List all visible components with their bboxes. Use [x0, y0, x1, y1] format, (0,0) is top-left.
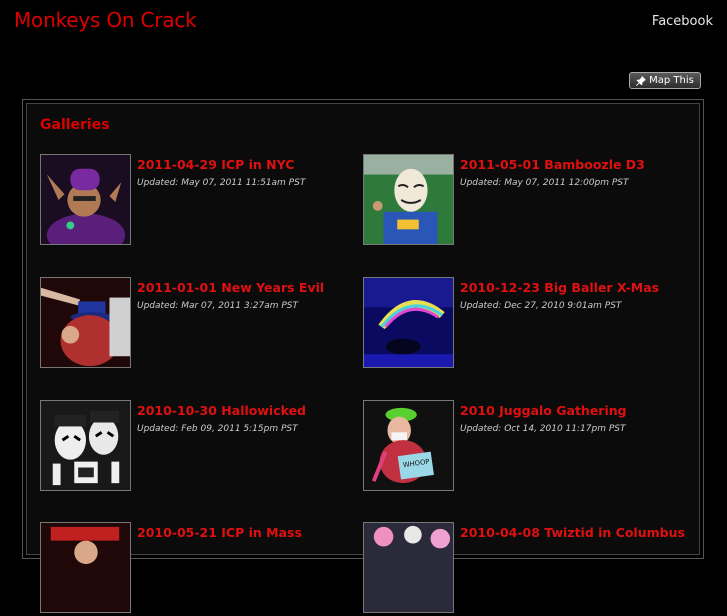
gallery-thumbnail[interactable] — [40, 522, 131, 613]
gallery-updated: Updated: Dec 27, 2010 9:01am PST — [460, 301, 622, 311]
gallery-title-link[interactable]: 2010-12-23 Big Baller X-Mas — [460, 280, 659, 295]
site-title[interactable]: Monkeys On Crack — [14, 8, 197, 32]
gallery-updated: Updated: May 07, 2011 11:51am PST — [137, 178, 306, 188]
map-this-button[interactable]: Map This — [629, 72, 701, 89]
facebook-link[interactable]: Facebook — [652, 14, 713, 29]
gallery-item: 2011-05-01 Bamboozle D3 Updated: May 07,… — [363, 154, 683, 248]
gallery-item: 2011-01-01 New Years Evil Updated: Mar 0… — [40, 277, 360, 371]
gallery-item: 2010-10-30 Hallowicked Updated: Feb 09, … — [40, 400, 360, 494]
gallery-updated: Updated: Mar 07, 2011 3:27am PST — [137, 301, 298, 311]
gallery-item: 2011-04-29 ICP in NYC Updated: May 07, 2… — [40, 154, 360, 248]
pin-icon — [636, 75, 647, 86]
gallery-thumbnail[interactable] — [40, 154, 131, 245]
gallery-title-link[interactable]: 2011-04-29 ICP in NYC — [137, 157, 294, 172]
section-title: Galleries — [40, 117, 110, 133]
gallery-title-link[interactable]: 2011-05-01 Bamboozle D3 — [460, 157, 645, 172]
gallery-item: WHOOP 2010 Juggalo Gathering Updated: Oc… — [363, 400, 683, 494]
map-this-label: Map This — [649, 75, 694, 86]
gallery-title-link[interactable]: 2011-01-01 New Years Evil — [137, 280, 324, 295]
gallery-updated: Updated: May 07, 2011 12:00pm PST — [460, 178, 629, 188]
gallery-thumbnail[interactable]: WHOOP — [363, 400, 454, 491]
gallery-item: 2010-12-23 Big Baller X-Mas Updated: Dec… — [363, 277, 683, 371]
gallery-updated: Updated: Oct 14, 2010 11:17pm PST — [460, 424, 626, 434]
gallery-thumbnail[interactable] — [363, 522, 454, 613]
gallery-thumbnail[interactable] — [363, 154, 454, 245]
gallery-updated: Updated: Feb 09, 2011 5:15pm PST — [137, 424, 298, 434]
gallery-thumbnail[interactable] — [40, 400, 131, 491]
gallery-item: 2010-05-21 ICP in Mass — [40, 522, 360, 616]
gallery-thumbnail[interactable] — [40, 277, 131, 368]
gallery-title-link[interactable]: 2010-04-08 Twiztid in Columbus — [460, 525, 685, 540]
gallery-title-link[interactable]: 2010 Juggalo Gathering — [460, 403, 627, 418]
gallery-title-link[interactable]: 2010-05-21 ICP in Mass — [137, 525, 302, 540]
gallery-item: 2010-04-08 Twiztid in Columbus — [363, 522, 685, 616]
gallery-thumbnail[interactable] — [363, 277, 454, 368]
gallery-title-link[interactable]: 2010-10-30 Hallowicked — [137, 403, 306, 418]
